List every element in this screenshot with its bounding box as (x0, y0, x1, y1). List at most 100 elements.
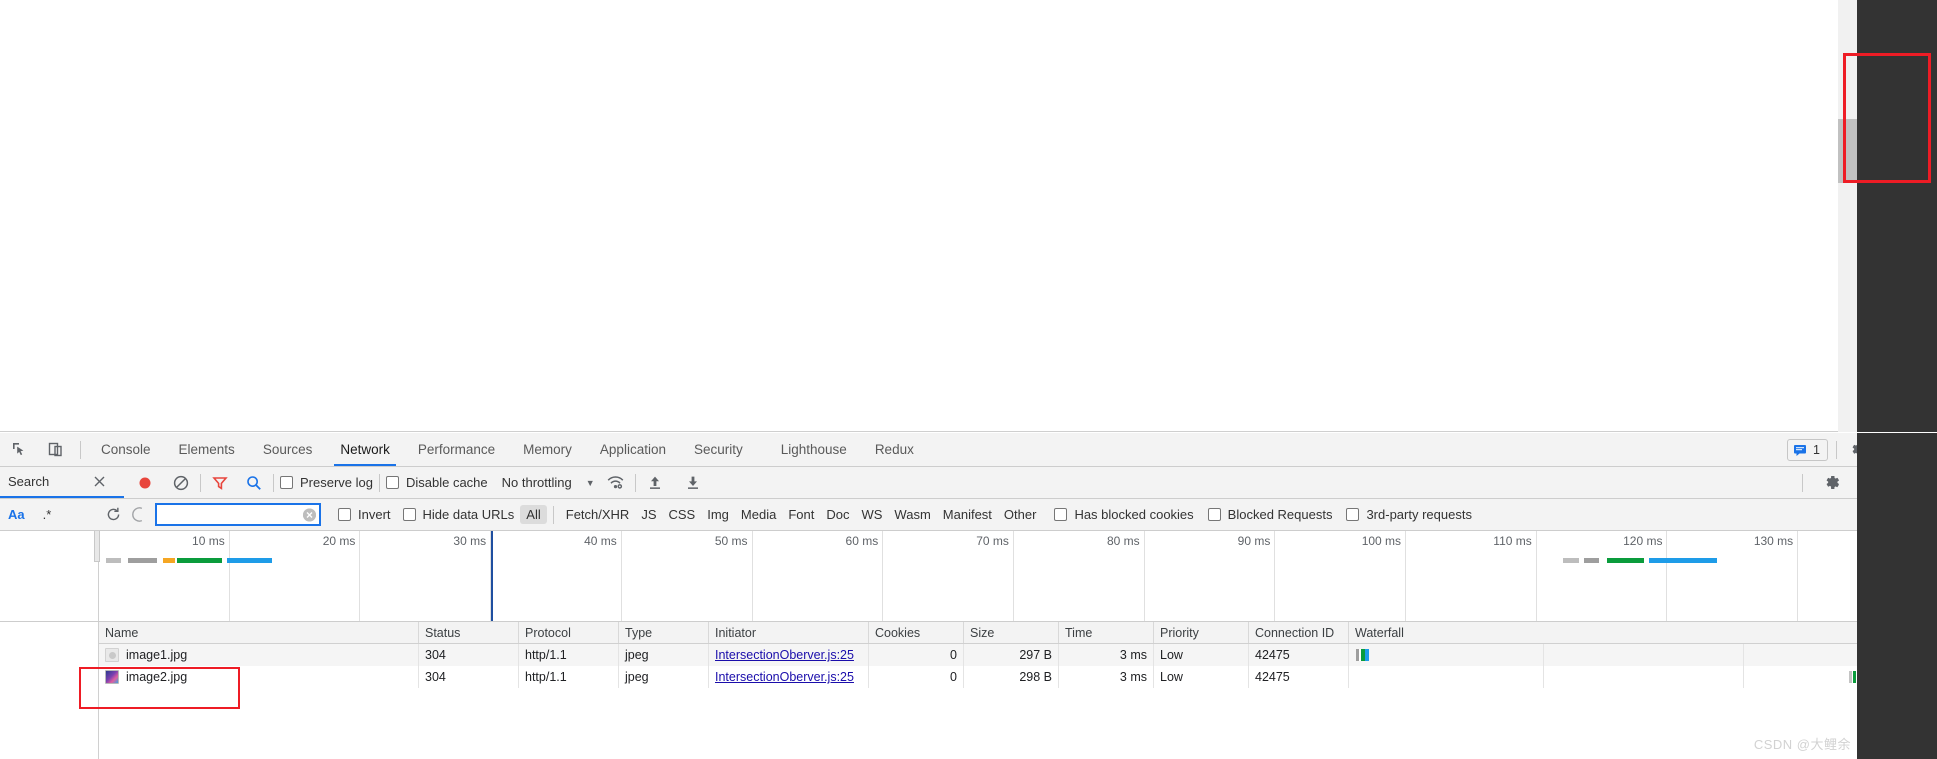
filter-type-fetch-xhr[interactable]: Fetch/XHR (560, 505, 636, 524)
column-header-time[interactable]: Time (1059, 622, 1154, 643)
filter-type-other[interactable]: Other (998, 505, 1043, 524)
filter-input-wrapper (155, 503, 321, 526)
filter-type-label: Media (740, 507, 777, 522)
export-har-icon[interactable] (680, 470, 706, 496)
filter-type-label: JS (641, 507, 657, 522)
tab-application[interactable]: Application (586, 433, 680, 466)
waterfall-gridline (1742, 666, 1744, 688)
filter-type-css[interactable]: CSS (663, 505, 702, 524)
regex-button[interactable]: .* (43, 507, 52, 522)
cell-name: image1.jpg (99, 644, 419, 666)
column-header-status[interactable]: Status (419, 622, 519, 643)
console-messages-badge[interactable]: 1 (1787, 438, 1828, 461)
column-header-protocol[interactable]: Protocol (519, 622, 619, 643)
image-file-icon-color (105, 670, 119, 684)
column-header-type[interactable]: Type (619, 622, 709, 643)
filter-input[interactable] (155, 503, 321, 526)
filter-type-font[interactable]: Font (782, 505, 820, 524)
clear-search-icon[interactable] (126, 502, 152, 528)
refresh-search-icon[interactable] (100, 502, 126, 528)
close-search-icon[interactable] (93, 475, 106, 488)
toolbar-divider-4 (634, 473, 636, 492)
record-button[interactable] (132, 470, 158, 496)
filter-type-manifest[interactable]: Manifest (937, 505, 998, 524)
preserve-log-checkbox[interactable]: Preserve log (280, 475, 373, 490)
network-filterbar: Aa .* Invert Hide data URLs All Fetch/XH… (0, 499, 1937, 531)
column-header-waterfall[interactable]: Waterfall▲ (1349, 622, 1937, 643)
clear-button[interactable] (168, 470, 194, 496)
column-header-size[interactable]: Size (964, 622, 1059, 643)
tab-lighthouse[interactable]: Lighthouse (757, 433, 861, 466)
search-icon[interactable] (241, 470, 267, 496)
table-row[interactable]: image1.jpg 304 http/1.1 jpeg IntersectionObe… (99, 644, 1937, 666)
disable-cache-checkbox[interactable]: Disable cache (385, 475, 488, 490)
column-header-label: Protocol (525, 625, 571, 640)
device-toolbar-icon[interactable] (42, 437, 68, 463)
filter-icon[interactable] (207, 470, 233, 496)
import-har-icon[interactable] (642, 470, 668, 496)
cell-size: 297 B (964, 644, 1059, 666)
table-body: image1.jpg 304 http/1.1 jpeg IntersectionObe… (99, 644, 1937, 688)
network-overview-timeline[interactable]: 10 ms 20 ms 30 ms 40 ms 50 ms 60 ms 70 ms 80 ms… (0, 531, 1937, 622)
image-file-icon-gray (105, 648, 119, 662)
filter-type-js[interactable]: JS (635, 505, 662, 524)
blocked-requests-label: Blocked Requests (1227, 507, 1333, 522)
request-name: image1.jpg (105, 648, 187, 662)
hide-data-urls-checkbox[interactable]: Hide data URLs (402, 507, 514, 522)
filter-type-doc[interactable]: Doc (820, 505, 855, 524)
column-header-priority[interactable]: Priority (1154, 622, 1249, 643)
request-name: image2.jpg (105, 670, 187, 684)
column-header-initiator[interactable]: Initiator (709, 622, 869, 643)
devtools-screenshot: Console Elements Sources Network Perform… (0, 0, 1937, 759)
overview-playhead[interactable] (491, 531, 494, 621)
cell-protocol: http/1.1 (519, 666, 619, 688)
csdn-watermark: CSDN @大鲤余 (1753, 737, 1851, 752)
tab-redux[interactable]: Redux (861, 433, 928, 466)
column-header-name[interactable]: Name (99, 622, 419, 643)
invert-checkbox[interactable]: Invert (338, 507, 391, 522)
tab-label: Memory (523, 442, 572, 457)
column-header-connection-id[interactable]: Connection ID (1249, 622, 1349, 643)
tab-network[interactable]: Network (326, 433, 404, 466)
cell-initiator: IntersectionOberver.js:25 (709, 666, 869, 688)
console-message-count: 1 (1813, 442, 1820, 457)
match-case-button[interactable]: Aa (8, 507, 25, 522)
column-header-cookies[interactable]: Cookies (869, 622, 964, 643)
table-header-row: Name Status Protocol Type Initiator Cookies Si… (99, 622, 1937, 644)
filter-type-label: Other (1003, 507, 1037, 522)
search-drawer-tab[interactable]: Search (0, 467, 124, 498)
clear-filter-icon[interactable] (303, 508, 316, 521)
filter-type-wasm[interactable]: Wasm (888, 505, 936, 524)
network-conditions-icon[interactable] (603, 470, 629, 496)
initiator-link[interactable]: IntersectionOberver.js:25 (715, 670, 854, 684)
table-row[interactable]: image2.jpg 304 http/1.1 jpeg IntersectionObe… (99, 666, 1937, 688)
network-settings-gear-icon[interactable] (1819, 470, 1845, 496)
tab-console[interactable]: Console (87, 433, 165, 466)
third-party-requests-checkbox[interactable]: 3rd-party requests (1346, 507, 1472, 522)
tab-memory[interactable]: Memory (509, 433, 586, 466)
filter-type-img[interactable]: Img (701, 505, 735, 524)
has-blocked-cookies-checkbox[interactable]: Has blocked cookies (1054, 507, 1194, 522)
tab-label: Network (340, 442, 390, 457)
waterfall-gridline (1742, 644, 1744, 666)
cell-status: 304 (419, 644, 519, 666)
cell-size: 298 B (964, 666, 1059, 688)
tab-performance[interactable]: Performance (404, 433, 509, 466)
tab-security[interactable]: Security (680, 433, 757, 466)
filter-type-ws[interactable]: WS (855, 505, 888, 524)
throttling-select[interactable]: No throttling ▼ (502, 475, 595, 490)
column-header-label: Size (970, 625, 995, 640)
checkbox-box (1207, 508, 1221, 521)
tab-label: Lighthouse (780, 442, 847, 457)
filter-type-media[interactable]: Media (735, 505, 782, 524)
filter-type-label: Fetch/XHR (565, 507, 630, 522)
tab-sources[interactable]: Sources (249, 433, 327, 466)
overview-request-band (127, 558, 157, 563)
initiator-link[interactable]: IntersectionOberver.js:25 (715, 648, 854, 662)
inspect-element-icon[interactable] (6, 437, 32, 463)
page-viewport (0, 0, 1937, 432)
tab-elements[interactable]: Elements (165, 433, 249, 466)
tab-label: Console (101, 442, 151, 457)
filter-type-all[interactable]: All (520, 505, 547, 524)
blocked-requests-checkbox[interactable]: Blocked Requests (1207, 507, 1333, 522)
